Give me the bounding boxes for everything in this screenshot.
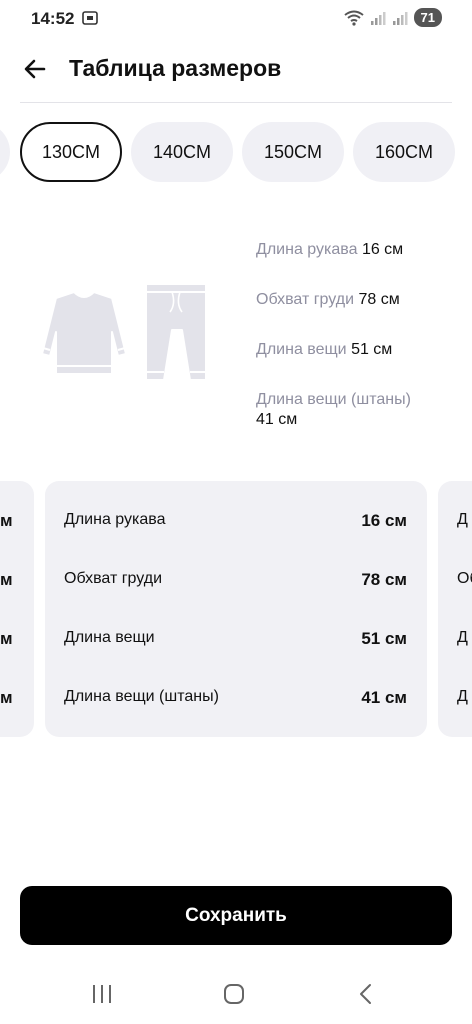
card-row-label: Длина рукава [64,511,166,528]
stub-label: Д [457,688,468,705]
summary-label: Длина вещи [256,341,347,358]
size-tab-150[interactable]: 150CM [242,122,344,182]
summary-value: 16 см [361,241,404,258]
card-row-pants-length: Длина вещи (штаны) 41 см [45,688,427,708]
summary-sleeve-length: Длина рукава 16 см [256,240,456,260]
signal-icon-2 [392,11,408,25]
card-row-value: 51 см [361,629,407,648]
size-tab-130[interactable]: 130CM [20,122,122,182]
signal-icon-1 [370,11,386,25]
size-summary: Длина рукава 16 см Обхват груди 78 см Дл… [256,240,456,460]
summary-label: Длина вещи (штаны) [256,391,411,408]
battery-indicator: 71 [413,8,442,27]
stub-text: м [0,511,13,530]
save-button[interactable]: Сохранить [20,886,452,945]
card-row-length: Длина вещи 51 см [45,629,427,649]
back-nav-icon[interactable] [356,983,376,1005]
card-row-sleeve: Длина рукава 16 см [45,511,427,531]
stub-text: м [0,629,13,648]
size-card-next[interactable]: Д Об Д Д [438,481,472,737]
sweatshirt-and-pants-icon [41,283,207,381]
summary-value: 78 см [358,291,400,308]
card-row-value: 16 см [361,511,407,530]
card-row-chest: Обхват груди 78 см [45,570,427,590]
stub-label: Д [457,511,468,528]
summary-chest: Обхват груди 78 см [256,290,456,310]
status-icons: 71 [343,8,442,27]
card-row-value: 78 см [361,570,407,589]
card-row-label: Длина вещи (штаны) [64,688,219,705]
stub-label: Об [457,570,472,587]
header-divider [20,102,452,103]
summary-label: Обхват груди [256,291,355,308]
size-tab-160[interactable]: 160CM [353,122,455,182]
card-row-label: Длина вещи [64,629,155,646]
card-row-value: 41 см [361,688,407,707]
size-card-previous[interactable]: м м м м [0,481,34,737]
screenshot-icon [82,11,98,25]
back-arrow-icon[interactable] [20,54,50,84]
summary-pants-length: Длина вещи (штаны) 41 см [256,390,456,430]
size-tabs: 130CM 140CM 150CM 160CM [0,122,472,182]
summary-value: 51 см [351,341,393,358]
status-bar: 14:52 71 [0,0,472,36]
system-nav-bar [0,975,472,1015]
home-icon[interactable] [222,983,246,1005]
stub-text: м [0,688,13,707]
page-title: Таблица размеров [69,55,282,81]
size-card[interactable]: Длина рукава 16 см Обхват груди 78 см Дл… [45,481,427,737]
size-tab-140[interactable]: 140CM [131,122,233,182]
summary-length: Длина вещи 51 см [256,340,456,360]
size-tab-previous[interactable] [0,122,10,182]
header: Таблица размеров [0,44,472,94]
wifi-icon [343,10,364,26]
status-time: 14:52 [31,9,75,28]
stub-text: м [0,570,13,589]
recent-apps-icon[interactable] [90,983,114,1005]
stub-label: Д [457,629,468,646]
summary-label: Длина рукава [256,241,358,258]
size-cards-carousel[interactable]: м м м м Длина рукава 16 см Обхват груди … [0,481,472,737]
summary-value: 41 см [256,411,298,428]
card-row-label: Обхват груди [64,570,163,587]
